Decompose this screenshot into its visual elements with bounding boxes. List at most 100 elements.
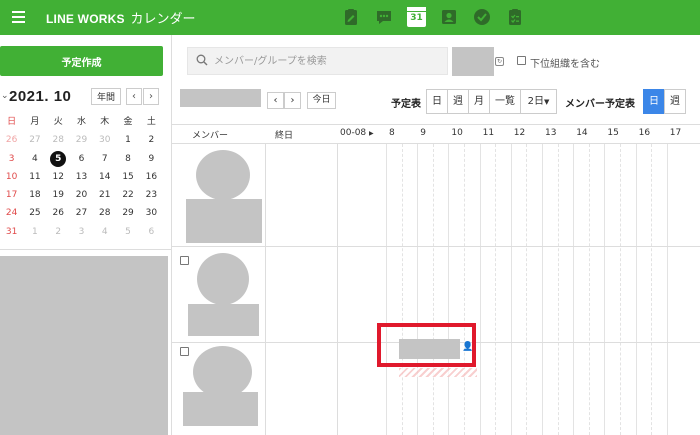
mini-day-cell[interactable]: 30 xyxy=(93,131,116,149)
calendar-icon[interactable]: 31 xyxy=(407,7,426,27)
mini-day-cell[interactable]: 23 xyxy=(140,186,163,204)
hour-label: 9 xyxy=(420,128,426,138)
hour-label: 15 xyxy=(607,128,619,138)
mini-day-cell[interactable]: 16 xyxy=(140,168,163,186)
member-name-redacted xyxy=(186,199,262,243)
mini-day-cell[interactable]: 30 xyxy=(140,204,163,222)
mini-day-cell[interactable]: 10 xyxy=(0,168,23,186)
chevron-down-icon[interactable]: ⌄ xyxy=(1,91,9,101)
survey-icon[interactable] xyxy=(506,8,524,26)
member-checkbox[interactable] xyxy=(180,347,189,356)
mini-day-cell[interactable]: 26 xyxy=(0,131,23,149)
mini-day-cell[interactable]: 2 xyxy=(140,131,163,149)
mini-day-cell[interactable]: 20 xyxy=(70,186,93,204)
mini-next-button[interactable]: › xyxy=(143,88,159,105)
mini-day-cell[interactable]: 29 xyxy=(116,204,139,222)
mini-week-row: 26 27 28 29 30 1 2 xyxy=(0,131,163,149)
mini-day-cell[interactable]: 6 xyxy=(70,150,93,168)
search-input[interactable] xyxy=(214,53,434,69)
sidebar-redacted-panel xyxy=(0,256,168,435)
mini-day-cell[interactable]: 7 xyxy=(93,150,116,168)
mini-day-cell[interactable]: 6 xyxy=(140,223,163,241)
include-sub-checkbox[interactable] xyxy=(517,56,526,65)
half-hour-line xyxy=(588,144,590,435)
mini-day-cell[interactable]: 1 xyxy=(23,223,46,241)
view-month-button[interactable]: 月 xyxy=(468,89,490,114)
half-hour-line xyxy=(557,144,559,435)
column-divider xyxy=(337,144,338,435)
mini-day-cell[interactable]: 11 xyxy=(23,168,46,186)
hour-label: 12 xyxy=(513,128,526,138)
weekday-label: 日 xyxy=(7,117,17,127)
mini-day-cell[interactable]: 4 xyxy=(23,150,46,168)
mini-day-cell[interactable]: 1 xyxy=(116,131,139,149)
mini-day-cell[interactable]: 5 xyxy=(116,223,139,241)
mini-day-cell[interactable]: 8 xyxy=(116,150,139,168)
contacts-icon[interactable] xyxy=(440,8,458,26)
today-marker: 5 xyxy=(50,150,67,167)
mini-week-row: 31 1 2 3 4 5 6 xyxy=(0,223,163,241)
refresh-icon[interactable]: ↻ xyxy=(495,57,504,66)
mini-day-cell[interactable]: 17 xyxy=(0,186,23,204)
today-button[interactable]: 今日 xyxy=(307,92,336,109)
half-hour-line xyxy=(495,144,497,435)
calendar-icon-day: 31 xyxy=(410,13,423,23)
prev-button[interactable]: ‹ xyxy=(267,92,284,109)
mini-day-cell[interactable]: 19 xyxy=(47,186,70,204)
mini-day-cell[interactable]: 14 xyxy=(93,168,116,186)
mini-day-cell[interactable]: 31 xyxy=(0,223,23,241)
hour-line xyxy=(666,144,668,435)
view-week-button[interactable]: 週 xyxy=(447,89,469,114)
mini-day-cell[interactable]: 25 xyxy=(23,204,46,222)
mini-prev-button[interactable]: ‹ xyxy=(126,88,142,105)
mini-day-cell[interactable]: 4 xyxy=(93,223,116,241)
mini-day-cell[interactable]: 12 xyxy=(47,168,70,186)
mini-day-cell[interactable]: 27 xyxy=(23,131,46,149)
board-icon[interactable] xyxy=(342,8,360,26)
view-2day-button[interactable]: 2日▼ xyxy=(520,89,557,114)
hour-line xyxy=(386,144,387,435)
half-hour-line xyxy=(401,144,403,435)
member-view-day-button[interactable]: 日 xyxy=(643,89,665,114)
menu-icon[interactable] xyxy=(12,11,25,23)
mini-day-cell[interactable]: 21 xyxy=(93,186,116,204)
mini-day-cell[interactable]: 26 xyxy=(47,204,70,222)
mini-day-cell[interactable]: 28 xyxy=(93,204,116,222)
mini-day-cell[interactable]: 15 xyxy=(116,168,139,186)
member-view-week-button[interactable]: 週 xyxy=(664,89,686,114)
chat-icon[interactable] xyxy=(375,8,393,26)
half-hour-line xyxy=(432,144,434,435)
view-day-button[interactable]: 日 xyxy=(426,89,448,114)
next-button[interactable]: › xyxy=(284,92,301,109)
mini-day-cell[interactable]: 29 xyxy=(70,131,93,149)
year-view-button[interactable]: 年間 xyxy=(91,88,121,105)
weekday-label: 金 xyxy=(123,117,133,127)
mini-day-cell[interactable]: 3 xyxy=(70,223,93,241)
redacted-date-range xyxy=(180,89,261,107)
task-check-icon[interactable] xyxy=(473,8,491,26)
mini-day-cell[interactable]: 27 xyxy=(70,204,93,222)
hour-line xyxy=(635,144,637,435)
mini-day-cell[interactable]: 28 xyxy=(47,131,70,149)
create-event-button[interactable]: 予定作成 xyxy=(0,46,163,76)
column-divider xyxy=(265,144,266,435)
mini-day-cell[interactable]: 18 xyxy=(23,186,46,204)
range-column-header[interactable]: 00-08 ▶ xyxy=(340,128,374,138)
mini-day-cell[interactable]: 5 xyxy=(47,150,70,168)
member-schedule-label: メンバー予定表 xyxy=(565,99,635,110)
hour-label: 8 xyxy=(389,128,395,138)
member-search[interactable] xyxy=(187,47,448,75)
weekday-label: 火 xyxy=(53,117,63,127)
mini-day-cell[interactable]: 13 xyxy=(70,168,93,186)
hour-line xyxy=(479,144,481,435)
mini-day-cell[interactable]: 22 xyxy=(116,186,139,204)
view-list-button[interactable]: 一覧 xyxy=(489,89,521,114)
mini-day-cell[interactable]: 3 xyxy=(0,150,23,168)
mini-day-cell[interactable]: 2 xyxy=(47,223,70,241)
member-checkbox[interactable] xyxy=(180,256,189,265)
half-hour-line xyxy=(620,144,621,435)
mini-day-cell[interactable]: 9 xyxy=(140,150,163,168)
mini-day-cell[interactable]: 24 xyxy=(0,204,23,222)
hour-label: 10 xyxy=(451,128,463,138)
mini-calendar-title: 2021. 10 xyxy=(9,88,72,105)
